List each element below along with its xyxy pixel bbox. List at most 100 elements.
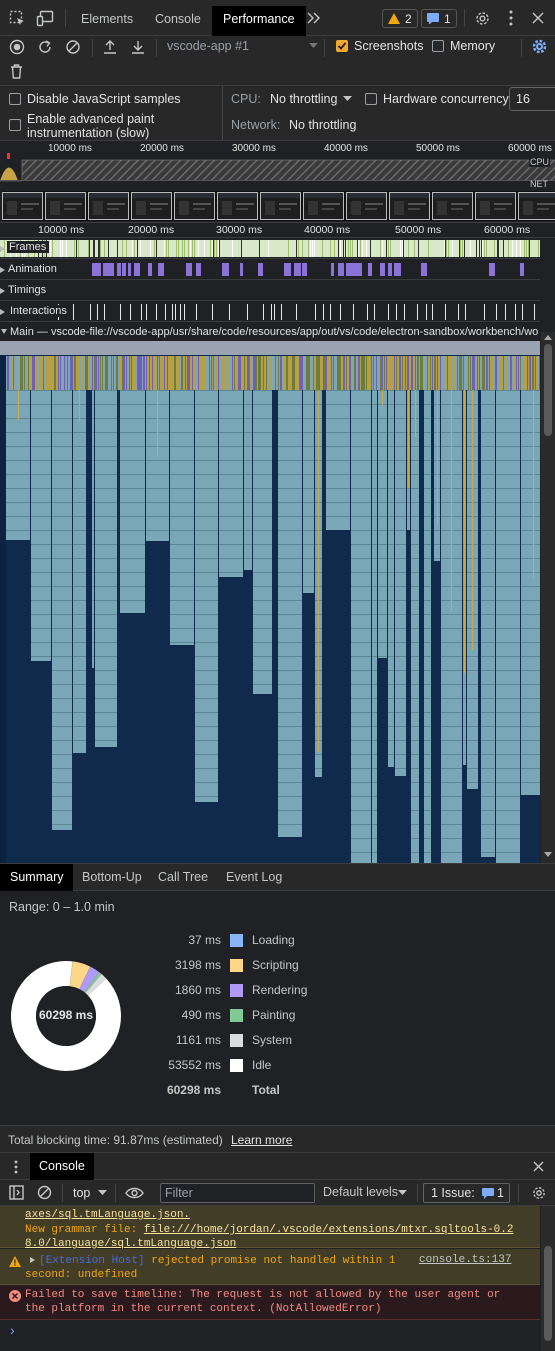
- animation-lane: [92, 263, 524, 276]
- screenshot-thumbnail[interactable]: [88, 192, 129, 220]
- cpu-throttling-select[interactable]: No throttling: [270, 92, 337, 106]
- screenshot-thumbnail[interactable]: [217, 192, 258, 220]
- memory-checkbox[interactable]: [432, 40, 444, 52]
- screenshot-thumbnail[interactable]: [303, 192, 344, 220]
- track-animation[interactable]: Animation: [0, 259, 540, 280]
- donut-total: 60298 ms: [38, 1008, 94, 1022]
- track-main[interactable]: Main — vscode-file://vscode-app/usr/shar…: [0, 322, 540, 343]
- screenshot-thumbnail[interactable]: [475, 192, 516, 220]
- context-selector[interactable]: top: [73, 1186, 90, 1200]
- summary-value-rendering: 1860 ms: [174, 983, 221, 997]
- hardware-concurrency-checkbox[interactable]: [365, 93, 377, 105]
- recording-dropdown-icon[interactable]: [309, 43, 318, 49]
- screenshots-checkbox[interactable]: [336, 40, 348, 52]
- screenshot-thumbnail[interactable]: [2, 192, 43, 220]
- tab-console[interactable]: Console: [144, 6, 212, 32]
- legend-swatch-idle: [230, 1059, 243, 1072]
- animation-event: [346, 263, 353, 276]
- tab-event-log[interactable]: Event Log: [226, 870, 282, 884]
- capture-settings-gear-icon[interactable]: [531, 38, 548, 55]
- console-scroll-thumb[interactable]: [544, 1246, 552, 1341]
- device-toolbar-icon[interactable]: [36, 10, 54, 27]
- more-options-icon[interactable]: [509, 10, 513, 26]
- ruler-tick: 10000 ms: [38, 224, 85, 236]
- log-levels-select[interactable]: Default levels: [323, 1185, 398, 1199]
- interaction-marker: [534, 304, 535, 320]
- screenshot-thumbnail[interactable]: [432, 192, 473, 220]
- scroll-up-arrow-icon[interactable]: [544, 335, 552, 340]
- track-interactions[interactable]: Interactions: [0, 301, 540, 322]
- track-timings[interactable]: Timings: [0, 280, 540, 301]
- summary-label-idle: Idle: [252, 1058, 272, 1072]
- console-line: New grammar file: file:///home/jordan/.v…: [25, 1223, 520, 1251]
- hardware-concurrency-input[interactable]: 16: [509, 87, 555, 111]
- console-settings-gear-icon[interactable]: [531, 1185, 547, 1201]
- clear-console-icon[interactable]: [37, 1185, 52, 1200]
- animation-event: [358, 263, 362, 276]
- context-dropdown-icon[interactable]: [98, 1190, 107, 1196]
- interaction-marker: [388, 304, 389, 320]
- flame-chart[interactable]: Frames Animation Timings Interactions Ma…: [0, 238, 555, 863]
- tab-elements[interactable]: Elements: [70, 6, 144, 32]
- disable-js-samples-checkbox[interactable]: [9, 93, 21, 105]
- screenshot-thumbnail[interactable]: [45, 192, 86, 220]
- flame-block: [120, 390, 145, 613]
- summary-total-label: Total: [252, 1083, 280, 1097]
- inspect-element-icon[interactable]: [9, 10, 26, 27]
- console-filter-input[interactable]: Filter: [160, 1183, 315, 1203]
- console-scrollbar[interactable]: [541, 1206, 555, 1351]
- interaction-marker: [104, 304, 105, 320]
- animation-event: [421, 263, 427, 276]
- levels-dropdown-icon[interactable]: [398, 1190, 407, 1196]
- clear-icon[interactable]: [65, 39, 81, 55]
- messages-count: 1: [444, 12, 451, 26]
- screenshot-thumbnail[interactable]: [346, 192, 387, 220]
- warning-icon: [388, 13, 400, 24]
- reload-record-icon[interactable]: [37, 39, 53, 55]
- interaction-marker: [172, 304, 173, 320]
- console-prompt[interactable]: ›: [10, 1322, 15, 1338]
- flame-block: [521, 390, 540, 795]
- screenshot-thumbnail[interactable]: [260, 192, 301, 220]
- cpu-label: CPU:: [231, 92, 261, 106]
- interaction-marker: [120, 304, 121, 320]
- interaction-marker: [296, 304, 297, 320]
- screenshot-thumbnail[interactable]: [131, 192, 172, 220]
- interaction-marker: [330, 304, 331, 320]
- screenshot-thumbnail[interactable]: [174, 192, 215, 220]
- download-icon[interactable]: [131, 39, 145, 55]
- screenshot-thumbnail[interactable]: [389, 192, 430, 220]
- tab-call-tree[interactable]: Call Tree: [158, 870, 208, 884]
- learn-more-link[interactable]: Learn more: [231, 1133, 292, 1147]
- scroll-down-arrow-icon[interactable]: [544, 852, 552, 857]
- animation-event: [284, 263, 291, 276]
- close-devtools-icon[interactable]: [532, 12, 544, 24]
- track-frames-label: Frames: [7, 241, 50, 253]
- drawer-tab-console[interactable]: Console: [30, 1153, 94, 1180]
- drawer-menu-icon[interactable]: [14, 1160, 18, 1174]
- close-drawer-icon[interactable]: [533, 1161, 544, 1172]
- settings-gear-icon[interactable]: [474, 10, 491, 27]
- delete-trash-icon[interactable]: [10, 64, 23, 79]
- tab-bottom-up[interactable]: Bottom-Up: [82, 870, 142, 884]
- vertical-scrollbar[interactable]: [541, 332, 555, 863]
- timeline-overview[interactable]: 10000 ms 20000 ms 30000 ms 40000 ms 5000…: [0, 141, 555, 223]
- warning-source-link[interactable]: console.ts:137: [419, 1254, 511, 1266]
- live-expression-eye-icon[interactable]: [125, 1187, 144, 1199]
- recording-selector[interactable]: vscode-app #1: [167, 39, 249, 53]
- advanced-paint-checkbox[interactable]: [9, 119, 21, 131]
- warnings-badge[interactable]: 2: [382, 9, 418, 28]
- upload-icon[interactable]: [103, 39, 117, 55]
- track-frames[interactable]: Frames: [0, 238, 540, 259]
- tab-performance[interactable]: Performance: [212, 6, 306, 36]
- tab-summary[interactable]: Summary: [0, 864, 74, 891]
- interaction-marker: [496, 304, 497, 320]
- screenshot-thumbnail[interactable]: [518, 192, 555, 220]
- cpu-dropdown-icon[interactable]: [343, 96, 352, 102]
- issues-button[interactable]: 1 Issue: 1: [423, 1183, 510, 1203]
- sidebar-toggle-icon[interactable]: [9, 1185, 24, 1200]
- record-icon[interactable]: [9, 39, 25, 55]
- messages-badge[interactable]: 1: [421, 9, 457, 28]
- scroll-thumb[interactable]: [544, 344, 552, 436]
- more-tabs-chevron-icon[interactable]: [306, 11, 321, 25]
